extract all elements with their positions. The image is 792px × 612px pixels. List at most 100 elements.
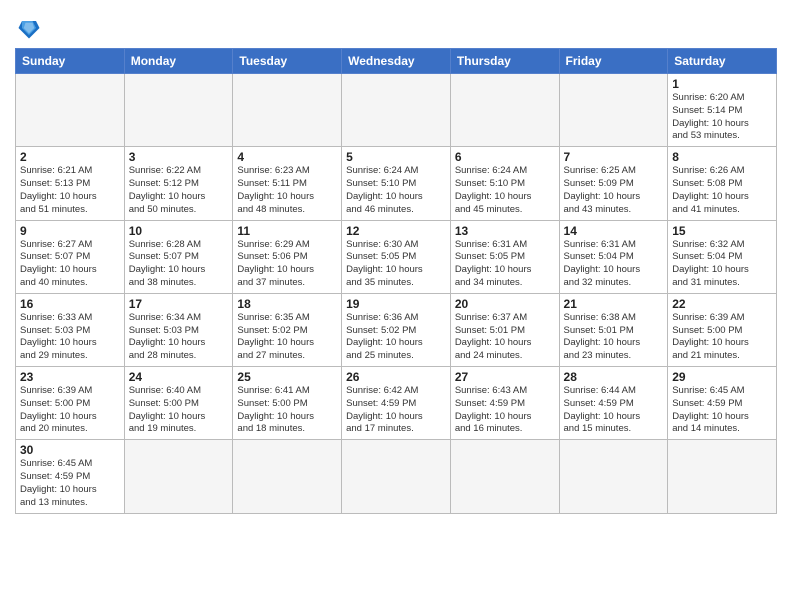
day-info: Sunrise: 6:44 AM Sunset: 4:59 PM Dayligh…	[564, 385, 664, 436]
day-info: Sunrise: 6:24 AM Sunset: 5:10 PM Dayligh…	[346, 165, 446, 216]
calendar-cell: 25Sunrise: 6:41 AM Sunset: 5:00 PM Dayli…	[233, 367, 342, 440]
day-info: Sunrise: 6:29 AM Sunset: 5:06 PM Dayligh…	[237, 239, 337, 290]
day-number: 24	[129, 370, 229, 384]
calendar-week-4: 16Sunrise: 6:33 AM Sunset: 5:03 PM Dayli…	[16, 293, 777, 366]
calendar-cell: 30Sunrise: 6:45 AM Sunset: 4:59 PM Dayli…	[16, 440, 125, 513]
day-info: Sunrise: 6:43 AM Sunset: 4:59 PM Dayligh…	[455, 385, 555, 436]
header-day-monday: Monday	[124, 49, 233, 74]
calendar-cell: 12Sunrise: 6:30 AM Sunset: 5:05 PM Dayli…	[342, 220, 451, 293]
calendar-cell	[450, 74, 559, 147]
day-number: 22	[672, 297, 772, 311]
day-number: 17	[129, 297, 229, 311]
day-number: 1	[672, 77, 772, 91]
calendar-cell: 3Sunrise: 6:22 AM Sunset: 5:12 PM Daylig…	[124, 147, 233, 220]
day-info: Sunrise: 6:21 AM Sunset: 5:13 PM Dayligh…	[20, 165, 120, 216]
day-number: 14	[564, 224, 664, 238]
calendar-cell: 4Sunrise: 6:23 AM Sunset: 5:11 PM Daylig…	[233, 147, 342, 220]
day-info: Sunrise: 6:45 AM Sunset: 4:59 PM Dayligh…	[20, 458, 120, 509]
day-info: Sunrise: 6:36 AM Sunset: 5:02 PM Dayligh…	[346, 312, 446, 363]
day-number: 25	[237, 370, 337, 384]
day-number: 19	[346, 297, 446, 311]
day-number: 30	[20, 443, 120, 457]
calendar-week-3: 9Sunrise: 6:27 AM Sunset: 5:07 PM Daylig…	[16, 220, 777, 293]
day-number: 11	[237, 224, 337, 238]
calendar-cell: 22Sunrise: 6:39 AM Sunset: 5:00 PM Dayli…	[668, 293, 777, 366]
day-number: 4	[237, 150, 337, 164]
calendar-cell: 16Sunrise: 6:33 AM Sunset: 5:03 PM Dayli…	[16, 293, 125, 366]
calendar-cell: 24Sunrise: 6:40 AM Sunset: 5:00 PM Dayli…	[124, 367, 233, 440]
day-number: 20	[455, 297, 555, 311]
day-info: Sunrise: 6:34 AM Sunset: 5:03 PM Dayligh…	[129, 312, 229, 363]
day-info: Sunrise: 6:22 AM Sunset: 5:12 PM Dayligh…	[129, 165, 229, 216]
day-number: 3	[129, 150, 229, 164]
day-number: 15	[672, 224, 772, 238]
calendar-cell: 21Sunrise: 6:38 AM Sunset: 5:01 PM Dayli…	[559, 293, 668, 366]
calendar-cell	[450, 440, 559, 513]
day-number: 7	[564, 150, 664, 164]
day-number: 5	[346, 150, 446, 164]
calendar-cell: 19Sunrise: 6:36 AM Sunset: 5:02 PM Dayli…	[342, 293, 451, 366]
calendar-cell	[342, 440, 451, 513]
calendar-cell: 20Sunrise: 6:37 AM Sunset: 5:01 PM Dayli…	[450, 293, 559, 366]
calendar-cell: 28Sunrise: 6:44 AM Sunset: 4:59 PM Dayli…	[559, 367, 668, 440]
day-info: Sunrise: 6:39 AM Sunset: 5:00 PM Dayligh…	[20, 385, 120, 436]
calendar-cell: 8Sunrise: 6:26 AM Sunset: 5:08 PM Daylig…	[668, 147, 777, 220]
day-info: Sunrise: 6:23 AM Sunset: 5:11 PM Dayligh…	[237, 165, 337, 216]
day-number: 18	[237, 297, 337, 311]
day-info: Sunrise: 6:41 AM Sunset: 5:00 PM Dayligh…	[237, 385, 337, 436]
day-info: Sunrise: 6:35 AM Sunset: 5:02 PM Dayligh…	[237, 312, 337, 363]
day-info: Sunrise: 6:32 AM Sunset: 5:04 PM Dayligh…	[672, 239, 772, 290]
day-number: 21	[564, 297, 664, 311]
header-day-friday: Friday	[559, 49, 668, 74]
header-day-wednesday: Wednesday	[342, 49, 451, 74]
calendar-cell	[233, 440, 342, 513]
day-info: Sunrise: 6:45 AM Sunset: 4:59 PM Dayligh…	[672, 385, 772, 436]
day-info: Sunrise: 6:28 AM Sunset: 5:07 PM Dayligh…	[129, 239, 229, 290]
calendar-cell	[342, 74, 451, 147]
calendar-cell	[16, 74, 125, 147]
logo-icon	[15, 14, 43, 42]
calendar-cell: 29Sunrise: 6:45 AM Sunset: 4:59 PM Dayli…	[668, 367, 777, 440]
calendar-week-5: 23Sunrise: 6:39 AM Sunset: 5:00 PM Dayli…	[16, 367, 777, 440]
header-day-sunday: Sunday	[16, 49, 125, 74]
calendar-cell: 27Sunrise: 6:43 AM Sunset: 4:59 PM Dayli…	[450, 367, 559, 440]
calendar-week-1: 1Sunrise: 6:20 AM Sunset: 5:14 PM Daylig…	[16, 74, 777, 147]
logo	[15, 10, 47, 42]
day-info: Sunrise: 6:26 AM Sunset: 5:08 PM Dayligh…	[672, 165, 772, 216]
calendar-cell	[124, 440, 233, 513]
day-number: 16	[20, 297, 120, 311]
day-info: Sunrise: 6:25 AM Sunset: 5:09 PM Dayligh…	[564, 165, 664, 216]
day-info: Sunrise: 6:31 AM Sunset: 5:04 PM Dayligh…	[564, 239, 664, 290]
calendar-cell: 18Sunrise: 6:35 AM Sunset: 5:02 PM Dayli…	[233, 293, 342, 366]
calendar-cell: 23Sunrise: 6:39 AM Sunset: 5:00 PM Dayli…	[16, 367, 125, 440]
calendar-header-row: SundayMondayTuesdayWednesdayThursdayFrid…	[16, 49, 777, 74]
calendar-cell: 17Sunrise: 6:34 AM Sunset: 5:03 PM Dayli…	[124, 293, 233, 366]
day-info: Sunrise: 6:38 AM Sunset: 5:01 PM Dayligh…	[564, 312, 664, 363]
day-number: 9	[20, 224, 120, 238]
day-info: Sunrise: 6:20 AM Sunset: 5:14 PM Dayligh…	[672, 92, 772, 143]
calendar-cell	[559, 440, 668, 513]
calendar-week-2: 2Sunrise: 6:21 AM Sunset: 5:13 PM Daylig…	[16, 147, 777, 220]
calendar-cell	[559, 74, 668, 147]
page: SundayMondayTuesdayWednesdayThursdayFrid…	[0, 0, 792, 612]
calendar-cell	[124, 74, 233, 147]
calendar-cell: 15Sunrise: 6:32 AM Sunset: 5:04 PM Dayli…	[668, 220, 777, 293]
day-info: Sunrise: 6:42 AM Sunset: 4:59 PM Dayligh…	[346, 385, 446, 436]
calendar-cell: 2Sunrise: 6:21 AM Sunset: 5:13 PM Daylig…	[16, 147, 125, 220]
day-info: Sunrise: 6:27 AM Sunset: 5:07 PM Dayligh…	[20, 239, 120, 290]
day-number: 2	[20, 150, 120, 164]
day-info: Sunrise: 6:33 AM Sunset: 5:03 PM Dayligh…	[20, 312, 120, 363]
day-number: 23	[20, 370, 120, 384]
day-number: 13	[455, 224, 555, 238]
day-number: 10	[129, 224, 229, 238]
calendar-cell: 1Sunrise: 6:20 AM Sunset: 5:14 PM Daylig…	[668, 74, 777, 147]
header-day-tuesday: Tuesday	[233, 49, 342, 74]
calendar-cell: 6Sunrise: 6:24 AM Sunset: 5:10 PM Daylig…	[450, 147, 559, 220]
header-day-thursday: Thursday	[450, 49, 559, 74]
day-number: 8	[672, 150, 772, 164]
day-number: 12	[346, 224, 446, 238]
day-info: Sunrise: 6:40 AM Sunset: 5:00 PM Dayligh…	[129, 385, 229, 436]
day-number: 29	[672, 370, 772, 384]
calendar-cell: 11Sunrise: 6:29 AM Sunset: 5:06 PM Dayli…	[233, 220, 342, 293]
calendar-week-6: 30Sunrise: 6:45 AM Sunset: 4:59 PM Dayli…	[16, 440, 777, 513]
